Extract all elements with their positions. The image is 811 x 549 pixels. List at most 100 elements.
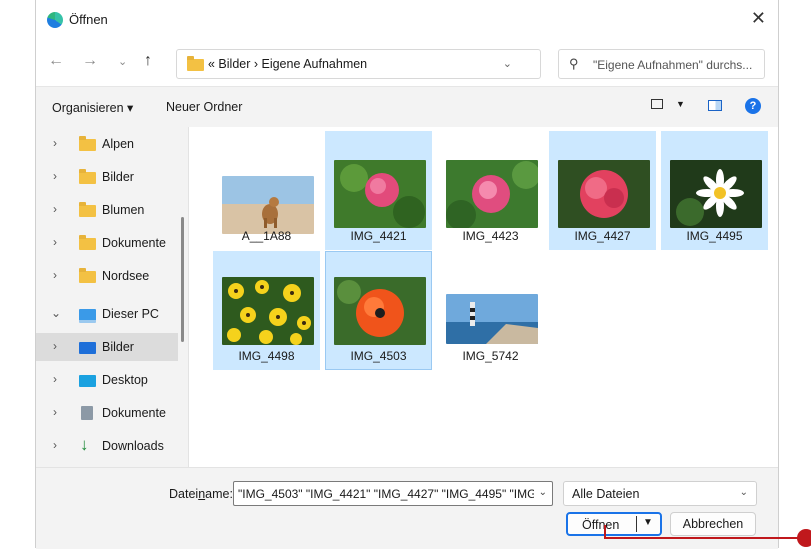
file-tile[interactable]: IMG_4423 xyxy=(437,131,544,250)
file-name: IMG_4421 xyxy=(350,229,407,243)
chevron-down-icon[interactable]: ⌄ xyxy=(740,487,748,498)
navigation-pane: › Alpen › Bilder › Blumen › Dokumente › xyxy=(36,127,189,467)
sidebar-item-bilder[interactable]: › Bilder xyxy=(36,163,178,191)
open-button[interactable]: Öffnen ▼ xyxy=(566,512,662,536)
poppy-thumbnail xyxy=(334,277,426,345)
help-icon[interactable]: ? xyxy=(745,98,761,114)
file-tile[interactable]: IMG_4503 xyxy=(325,251,432,370)
search-icon: ⚲ xyxy=(569,56,579,71)
close-icon[interactable]: ✕ xyxy=(751,9,766,27)
peony-thumbnail xyxy=(446,160,538,228)
sidebar-item-dokumente[interactable]: › Dokumente xyxy=(36,229,178,257)
new-folder-button[interactable]: Neuer Ordner xyxy=(166,100,242,114)
white-daisy-thumbnail xyxy=(670,160,762,228)
pictures-icon xyxy=(79,342,96,354)
sidebar-item-blumen[interactable]: › Blumen xyxy=(36,196,178,224)
sidebar-item-label: Downloads xyxy=(102,439,164,453)
pc-icon xyxy=(79,309,96,323)
chevron-right-icon[interactable]: › xyxy=(53,268,57,282)
filename-label: Dateiname: xyxy=(169,487,233,501)
navigation-bar: ← → ⌄ ↑ « Bilder › Eigene Aufnahmen ⌄ ↻ … xyxy=(36,44,778,80)
up-arrow-icon[interactable]: ↑ xyxy=(144,52,152,70)
chevron-right-icon[interactable]: › xyxy=(53,136,57,150)
search-placeholder[interactable]: "Eigene Aufnahmen" durchs... xyxy=(593,58,763,72)
file-name: IMG_4423 xyxy=(462,229,519,243)
recent-locations-chevron-icon[interactable]: ⌄ xyxy=(118,55,127,68)
sidebar-item-nordsee[interactable]: › Nordsee xyxy=(36,262,178,290)
view-mode-icon[interactable] xyxy=(651,99,663,109)
file-name: IMG_4498 xyxy=(238,349,295,363)
sidebar-item-downloads[interactable]: › ↓ Downloads xyxy=(36,432,178,460)
back-arrow-icon[interactable]: ← xyxy=(48,52,64,70)
file-type-select[interactable]: Alle Dateien ⌄ xyxy=(563,481,757,506)
folder-icon xyxy=(79,268,96,283)
open-file-dialog: Öffnen ✕ ← → ⌄ ↑ « Bilder › Eigene Aufna… xyxy=(35,0,779,549)
sidebar-item-label: Desktop xyxy=(102,373,148,387)
folder-icon xyxy=(79,169,96,184)
filename-value[interactable]: "IMG_4503" "IMG_4421" "IMG_4427" "IMG_44… xyxy=(238,487,534,501)
window-title: Öffnen xyxy=(69,12,108,27)
chevron-down-icon[interactable]: ⌄ xyxy=(51,306,61,320)
documents-icon xyxy=(81,406,93,420)
cancel-button[interactable]: Abbrechen xyxy=(670,512,756,536)
sidebar-item-dokumente-library[interactable]: › Dokumente xyxy=(36,399,178,427)
folder-icon xyxy=(79,235,96,250)
folder-icon xyxy=(79,136,96,151)
edge-icon xyxy=(47,12,63,28)
organize-menu-button[interactable]: Organisieren ▾ xyxy=(52,100,133,115)
chevron-right-icon[interactable]: › xyxy=(53,169,57,183)
view-mode-dropdown-icon[interactable]: ▼ xyxy=(676,99,685,109)
file-tile[interactable]: IMG_4427 xyxy=(549,131,656,250)
file-tile[interactable]: IMG_5742 xyxy=(437,251,544,370)
download-icon: ↓ xyxy=(80,435,89,454)
sidebar-item-dieser-pc[interactable]: ⌄ Dieser PC xyxy=(36,300,178,328)
chevron-right-icon[interactable]: › xyxy=(53,372,57,386)
file-name: IMG_4495 xyxy=(686,229,743,243)
sidebar-item-desktop[interactable]: › Desktop xyxy=(36,366,178,394)
preview-pane-icon[interactable] xyxy=(708,100,722,111)
file-tile[interactable]: A__1A88 xyxy=(213,131,320,250)
sidebar-item-label: Bilder xyxy=(102,340,134,354)
file-tile[interactable]: IMG_4421 xyxy=(325,131,432,250)
dialog-body: › Alpen › Bilder › Blumen › Dokumente › xyxy=(36,127,778,467)
callout-line xyxy=(604,537,801,539)
file-name: IMG_4503 xyxy=(350,349,407,363)
sidebar-item-label: Nordsee xyxy=(102,269,150,283)
pink-flower-thumbnail xyxy=(558,160,650,228)
open-button-label: Öffnen xyxy=(582,518,620,532)
split-separator xyxy=(636,516,637,532)
sidebar-item-label: Dokumente xyxy=(102,406,166,420)
address-bar[interactable]: « Bilder › Eigene Aufnahmen ⌄ ↻ xyxy=(176,49,572,79)
folder-icon xyxy=(187,56,204,71)
title-bar: Öffnen ✕ xyxy=(36,0,778,40)
chevron-right-icon[interactable]: › xyxy=(53,438,57,452)
file-tile[interactable]: IMG_4495 xyxy=(661,131,768,250)
dog-beach-thumbnail xyxy=(222,176,314,234)
chevron-right-icon[interactable]: › xyxy=(53,339,57,353)
forward-arrow-icon[interactable]: → xyxy=(82,52,98,70)
file-name: IMG_5742 xyxy=(462,349,519,363)
command-bar: Organisieren ▾ Neuer Ordner ▼ ? xyxy=(36,86,778,128)
folder-icon xyxy=(79,202,96,217)
sidebar-item-bilder-library[interactable]: › Bilder xyxy=(36,333,178,361)
chevron-right-icon[interactable]: › xyxy=(53,202,57,216)
sidebar-scrollbar[interactable] xyxy=(181,217,184,342)
breadcrumb[interactable]: « Bilder › Eigene Aufnahmen xyxy=(208,57,367,71)
lighthouse-thumbnail xyxy=(446,294,538,344)
chevron-right-icon[interactable]: › xyxy=(53,235,57,249)
yellow-flowers-thumbnail xyxy=(222,277,314,345)
search-box[interactable]: ⚲ "Eigene Aufnahmen" durchs... xyxy=(558,49,765,79)
file-name: IMG_4427 xyxy=(574,229,631,243)
address-dropdown-icon[interactable]: ⌄ xyxy=(503,57,512,70)
callout-marker xyxy=(797,529,811,547)
file-type-value: Alle Dateien xyxy=(572,487,640,501)
chevron-down-icon[interactable]: ⌄ xyxy=(539,487,547,498)
sidebar-item-label: Bilder xyxy=(102,170,134,184)
open-dropdown-icon[interactable]: ▼ xyxy=(643,517,653,528)
sidebar-item-label: Dieser PC xyxy=(102,307,159,321)
chevron-right-icon[interactable]: › xyxy=(53,405,57,419)
sidebar-item-label: Dokumente xyxy=(102,236,166,250)
filename-input[interactable]: "IMG_4503" "IMG_4421" "IMG_4427" "IMG_44… xyxy=(233,481,553,506)
sidebar-item-alpen[interactable]: › Alpen xyxy=(36,130,178,158)
file-tile[interactable]: IMG_4498 xyxy=(213,251,320,370)
